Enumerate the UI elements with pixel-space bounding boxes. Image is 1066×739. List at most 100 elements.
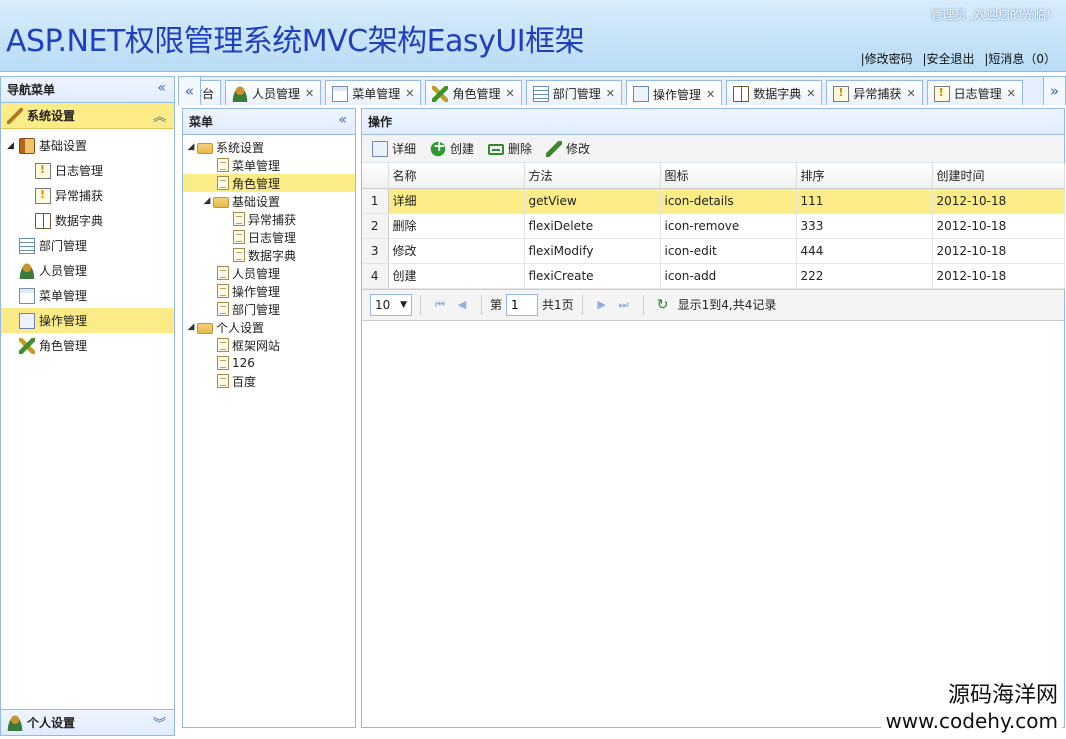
menu-tree-panel: 菜单 « ◢ 系统设置 菜单管理 角色管理 ◢ 基础设置 异常捕获 日志管理 数… bbox=[182, 108, 356, 728]
table-row[interactable]: 4 创建 flexiCreate icon-add 222 2012-10-18 bbox=[362, 263, 1065, 289]
tab-users[interactable]: 人员管理 ✕ bbox=[225, 80, 322, 105]
change-password-link[interactable]: |修改密码 bbox=[861, 52, 913, 66]
row-number: 1 bbox=[362, 188, 389, 214]
nav-item-log[interactable]: 日志管理 bbox=[1, 158, 174, 183]
close-icon[interactable]: ✕ bbox=[606, 87, 615, 100]
close-icon[interactable]: ✕ bbox=[906, 87, 915, 100]
tree-node[interactable]: 百度 bbox=[183, 372, 355, 390]
tabs-strip: 工作台 人员管理 ✕ 菜单管理 ✕ 角色管理 ✕ 部门管理 ✕ bbox=[201, 80, 1027, 105]
button-label: 创建 bbox=[450, 142, 475, 156]
menu-tree: ◢ 系统设置 菜单管理 角色管理 ◢ 基础设置 异常捕获 日志管理 数据字典 人… bbox=[183, 135, 355, 390]
tree-node[interactable]: 部门管理 bbox=[183, 300, 355, 318]
close-icon[interactable]: ✕ bbox=[706, 88, 715, 101]
dictionary-icon bbox=[35, 212, 51, 229]
accordion-personal-settings[interactable]: 个人设置 ︾ bbox=[1, 709, 174, 735]
file-icon bbox=[217, 284, 229, 298]
tab-log[interactable]: 日志管理 ✕ bbox=[926, 80, 1023, 105]
accordion-system-settings[interactable]: 系统设置 ︽ bbox=[1, 103, 174, 129]
close-icon[interactable]: ✕ bbox=[1007, 87, 1016, 100]
tree-node[interactable]: 框架网站 bbox=[183, 336, 355, 354]
close-icon[interactable]: ✕ bbox=[506, 87, 515, 100]
navigation-panel: 导航菜单 « 系统设置 ︽ ◢ 基础设置 日志管理 异常捕获 数据字典 部门管理 bbox=[0, 76, 175, 736]
tree-node[interactable]: ◢ 系统设置 bbox=[183, 138, 355, 156]
create-button[interactable]: 创建 bbox=[430, 137, 475, 157]
tree-node[interactable]: 日志管理 bbox=[183, 228, 355, 246]
column-header[interactable]: 排序 bbox=[796, 163, 933, 189]
tree-node[interactable]: 人员管理 bbox=[183, 264, 355, 282]
grid-pager: 10 ⏮ ◀ 第 共1页 ▶ ⏭ ↻ 显示1到4,共4记录 bbox=[362, 288, 1064, 321]
close-icon[interactable]: ✕ bbox=[806, 87, 815, 100]
column-header[interactable]: 方法 bbox=[524, 163, 661, 189]
nav-item-department[interactable]: 部门管理 bbox=[1, 233, 174, 258]
column-header[interactable]: 图标 bbox=[660, 163, 797, 189]
expand-arrow-icon[interactable]: ◢ bbox=[185, 142, 197, 152]
operation-panel-header: 操作 bbox=[362, 109, 1064, 135]
tree-node[interactable]: 异常捕获 bbox=[183, 210, 355, 228]
tab-menu[interactable]: 菜单管理 ✕ bbox=[325, 80, 422, 105]
tab-scroll-left-icon[interactable]: « bbox=[179, 77, 201, 105]
next-page-icon[interactable]: ▶ bbox=[591, 298, 613, 311]
nav-item-label: 日志管理 bbox=[55, 164, 104, 178]
page-size-select[interactable]: 10 bbox=[370, 293, 412, 316]
watermark-url: www.codehy.com bbox=[885, 709, 1058, 733]
cell-sort: 333 bbox=[796, 213, 933, 239]
table-row[interactable]: 1 详细 getView icon-details 111 2012-10-18 bbox=[362, 188, 1065, 214]
expand-arrow-icon[interactable]: ◢ bbox=[185, 322, 197, 332]
collapse-up-icon[interactable]: ︽ bbox=[153, 106, 166, 125]
tab-department[interactable]: 部门管理 ✕ bbox=[525, 80, 622, 105]
tree-node[interactable]: 菜单管理 bbox=[183, 156, 355, 174]
collapse-left-icon[interactable]: « bbox=[157, 80, 166, 96]
expand-down-icon[interactable]: ︾ bbox=[153, 713, 166, 732]
tab-dictionary[interactable]: 数据字典 ✕ bbox=[726, 80, 823, 105]
table-row[interactable]: 3 修改 flexiModify icon-edit 444 2012-10-1… bbox=[362, 238, 1065, 264]
nav-item-users[interactable]: 人员管理 bbox=[1, 258, 174, 283]
messages-link[interactable]: |短消息（0） bbox=[984, 52, 1056, 66]
nav-item-operation[interactable]: 操作管理 bbox=[1, 308, 174, 333]
close-icon[interactable]: ✕ bbox=[305, 87, 314, 100]
nav-item-exception[interactable]: 异常捕获 bbox=[1, 183, 174, 208]
operation-panel-title: 操作 bbox=[368, 115, 393, 129]
last-page-icon[interactable]: ⏭ bbox=[613, 298, 635, 312]
tree-node[interactable]: 操作管理 bbox=[183, 282, 355, 300]
nav-item-role[interactable]: 角色管理 bbox=[1, 333, 174, 358]
row-number-header bbox=[362, 163, 389, 189]
modify-button[interactable]: 修改 bbox=[546, 140, 590, 157]
prev-page-icon[interactable]: ◀ bbox=[451, 298, 473, 311]
folder-icon bbox=[213, 197, 229, 208]
tab-role[interactable]: 角色管理 ✕ bbox=[425, 80, 522, 105]
refresh-icon[interactable]: ↻ bbox=[652, 297, 674, 313]
column-header[interactable]: 名称 bbox=[388, 163, 525, 189]
column-header[interactable]: 创建时间 bbox=[932, 163, 1065, 189]
first-page-icon[interactable]: ⏮ bbox=[429, 298, 451, 312]
page-number-input[interactable] bbox=[506, 293, 539, 316]
tab-workbench[interactable]: 工作台 bbox=[201, 80, 222, 105]
detail-button[interactable]: 详细 bbox=[372, 140, 416, 157]
tab-operation[interactable]: 操作管理 ✕ bbox=[625, 80, 723, 105]
cell-icon: icon-details bbox=[660, 188, 797, 214]
nav-item-label: 异常捕获 bbox=[55, 189, 104, 203]
tree-node[interactable]: 数据字典 bbox=[183, 246, 355, 264]
watermark-site-name: 源码海洋网 bbox=[947, 683, 1058, 708]
collapse-left-icon[interactable]: « bbox=[338, 112, 347, 128]
tree-node[interactable]: ◢ 个人设置 bbox=[183, 318, 355, 336]
table-row[interactable]: 2 删除 flexiDelete icon-remove 333 2012-10… bbox=[362, 213, 1065, 239]
accordion-title: 系统设置 bbox=[27, 109, 76, 123]
tab-scroll-right-icon[interactable]: » bbox=[1043, 77, 1065, 105]
cell-name: 详细 bbox=[388, 188, 525, 214]
logout-link[interactable]: |安全退出 bbox=[922, 52, 974, 66]
nav-item-menu[interactable]: 菜单管理 bbox=[1, 283, 174, 308]
delete-button[interactable]: 删除 bbox=[488, 140, 532, 157]
expand-arrow-icon[interactable]: ◢ bbox=[7, 141, 19, 151]
cell-method: flexiCreate bbox=[524, 263, 661, 289]
tree-node[interactable]: ◢ 基础设置 bbox=[183, 192, 355, 210]
nav-item-dictionary[interactable]: 数据字典 bbox=[1, 208, 174, 233]
expand-arrow-icon[interactable]: ◢ bbox=[201, 196, 213, 206]
tree-node[interactable]: 角色管理 bbox=[183, 174, 355, 192]
watermark: 源码海洋网 www.codehy.com bbox=[881, 675, 1062, 735]
menu-icon bbox=[19, 287, 35, 304]
nav-item-basic-settings[interactable]: ◢ 基础设置 bbox=[1, 133, 174, 158]
tab-exception[interactable]: 异常捕获 ✕ bbox=[826, 80, 923, 105]
tree-node-label: 操作管理 bbox=[232, 284, 281, 299]
tree-node[interactable]: 126 bbox=[183, 354, 355, 372]
close-icon[interactable]: ✕ bbox=[405, 87, 414, 100]
